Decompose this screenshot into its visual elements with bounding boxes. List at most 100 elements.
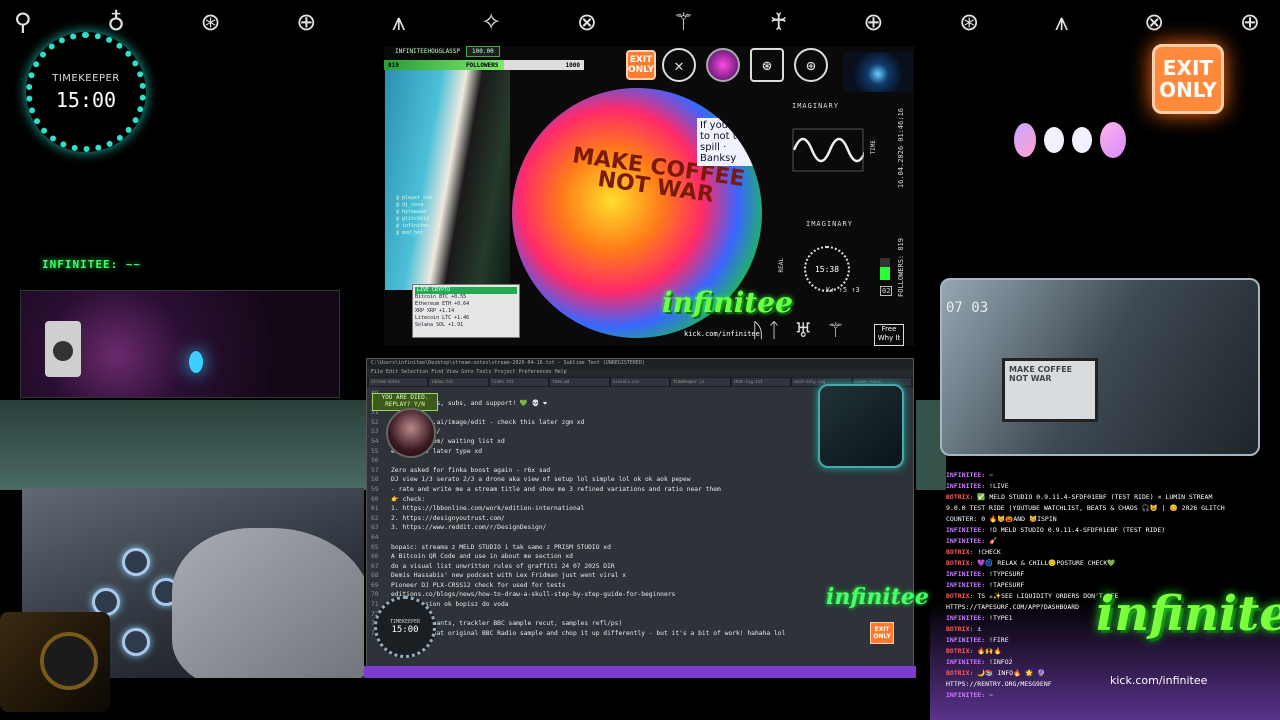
pad-button-icon — [122, 548, 150, 576]
chat-username[interactable]: BOTRIX: — [946, 548, 973, 556]
left-channel-tag: INFINITEE: ~~ — [42, 258, 142, 271]
editor-tab[interactable]: chat-log.txt — [731, 378, 791, 386]
sigil-glyph-icon: ⊛ — [200, 8, 227, 36]
chat-username[interactable]: INFINITEE: — [946, 658, 985, 666]
chat-username[interactable]: BOTRIX: — [946, 592, 973, 600]
line-text: Demis Hassabis' new podcast with Lex Fri… — [391, 572, 627, 580]
chat-username[interactable]: BOTRIX: — [946, 625, 973, 633]
editor-line[interactable]: 60 👉 check: — [371, 495, 913, 505]
editor-tab[interactable]: ideas.txt — [429, 378, 488, 386]
editor-line[interactable]: 63 3. https://www.reddit.com/r/DesignDesi… — [371, 523, 913, 533]
editor-line[interactable]: 72 — [371, 610, 913, 620]
sigil-cross-icon: ✕ — [662, 48, 696, 82]
chat-message: 9.0.0 TEST RIDE |YOUTUBE WATCHLIST, BEAT… — [946, 503, 1260, 514]
chat-text: 💜🌀 RELAX & CHILL😊POSTURE CHECK💚 — [973, 559, 1116, 567]
sigil-glyph-icon: ♰ — [769, 8, 794, 36]
chat-message: COUNTER: 0 🔥😸🎃AND 😸ISPIN — [946, 514, 1260, 525]
line-number: 55 — [371, 447, 379, 455]
line-number: 67 — [371, 562, 379, 570]
teal-band — [0, 400, 366, 490]
died-line1: YOU ARE DIED. — [381, 394, 429, 401]
chat-text: ~ — [985, 691, 993, 699]
editor-line[interactable]: 62 2. https://designyoutrust.com/ — [371, 514, 913, 524]
chat-message: BOTRIX: !CHECK — [946, 547, 1260, 558]
chat-username[interactable]: INFINITEE: — [946, 614, 985, 622]
editor-line[interactable]: 68 Demis Hassabis' new podcast with Lex F… — [371, 571, 913, 581]
sticker-row — [1014, 122, 1126, 158]
chat-text: !TAPESURF — [985, 581, 1025, 589]
line-text: ould find that original BBC Radio sample… — [391, 629, 786, 637]
chat-text: HTTPS://RENTRY.ORG/MESG9ENF — [946, 680, 1052, 688]
art-quote: If you learn to not to spill · Banksy — [697, 118, 762, 166]
editor-line[interactable]: 74 ould find that original BBC Radio sam… — [371, 629, 913, 639]
sigil-icon-row: ✕ ⊛ ⊕ — [662, 48, 828, 82]
editor-line[interactable]: 61 1. https://lbbonline.com/work/edition-… — [371, 504, 913, 514]
editor-tab[interactable]: links.txt — [489, 378, 549, 386]
scene-logo: infinitee — [662, 286, 793, 319]
chat-username[interactable]: INFINITEE: — [946, 570, 985, 578]
editor-tab[interactable]: todo.md — [550, 378, 609, 386]
sigil-glyph-icon: ⊛ — [959, 8, 986, 36]
editor-tab[interactable]: visuals.css — [610, 378, 670, 386]
purple-strip — [364, 666, 916, 678]
line-text: 2. https://designyoutrust.com/ — [391, 514, 505, 522]
editor-line[interactable]: 73 making of chants, trackler BBC sample… — [371, 619, 913, 629]
line-number: 57 — [371, 466, 379, 474]
sigil-glyph-icon: ⊕ — [296, 8, 323, 36]
followers-label: FOLLOWERS — [465, 61, 499, 69]
mini-clock-time: 15:38 — [814, 264, 840, 274]
chat-text: HTTPS://TAPESURF.COM/APP?DASHBOARD — [946, 603, 1080, 611]
chat-username[interactable]: INFINITEE: — [946, 482, 985, 490]
chat-username[interactable]: INFINITEE: — [946, 581, 985, 589]
editor-line[interactable]: 65 bopaic: streama z MELD STUDIO i tak sa… — [371, 543, 913, 553]
chat-username[interactable]: BOTRIX: — [946, 493, 973, 501]
chat-text: !CHECK — [973, 548, 1001, 556]
chat-message: INFINITEE: !TYPESURF — [946, 569, 1260, 580]
kick-url: kick.com/infinitee — [1110, 674, 1208, 687]
exit-only-small-sign: EXIT ONLY — [626, 50, 656, 80]
chat-message: INFINITEE: !INFO2 — [946, 657, 1260, 668]
mini-list-item: @ mod_bot — [396, 230, 424, 236]
chat-username[interactable]: BOTRIX: — [946, 669, 973, 677]
crypto-header: LIVE CRYPTO — [415, 287, 517, 294]
eye-image — [843, 52, 913, 92]
editor-line[interactable]: 66 A Bitcoin QR Code and use in about me … — [371, 552, 913, 562]
chat-text: !LIVE — [985, 482, 1009, 490]
chat-username[interactable]: INFINITEE: — [946, 636, 985, 644]
chat-username[interactable]: INFINITEE: — [946, 537, 985, 545]
chat-text: 9.0.0 TEST RIDE |YOUTUBE WATCHLIST, BEAT… — [946, 504, 1225, 512]
chat-username[interactable]: BOTRIX: — [946, 647, 973, 655]
followers-progress-bar: 819 FOLLOWERS 1000 — [384, 60, 584, 70]
exit-only-sign: EXIT ONLY — [1152, 44, 1224, 114]
editor-menu-bar[interactable]: File Edit Selection Find View Goto Tools… — [367, 369, 913, 377]
viewer-mini-list: @ player_one @ dj_nova @ bytewave @ glitchk… — [396, 195, 516, 255]
line-text: bopaic: streama z MELD STUDIO i tak samo… — [391, 543, 611, 551]
mini-list-item: @ dj_nova — [396, 202, 424, 208]
line-number: 61 — [371, 505, 379, 513]
line-number: 59 — [371, 485, 379, 493]
editor-tab[interactable]: stream-notes — [369, 378, 428, 386]
chat-message: BOTRIX: 🌙📚 INFO🔥 🌟 🔮 — [946, 668, 1260, 679]
editor-line[interactable]: 58 DJ view 1/3 serato 2/3 a drone aka vie… — [371, 475, 913, 485]
rune-row: ᚢᛏ ♅ ⚚ — [752, 318, 849, 342]
editor-timekeeper: TIMEKEEPER 15:00 — [374, 596, 436, 658]
scene-top-bar: INFINITEEHOUGLASSP 100.00 — [395, 46, 500, 57]
ghost-sticker-icon — [1044, 127, 1064, 153]
chat-username[interactable]: BOTRIX: — [946, 559, 973, 567]
chat-username[interactable]: INFINITEE: — [946, 526, 985, 534]
blue-light-icon — [189, 351, 203, 373]
editor-line[interactable]: 59 - rate and write me a stream title and… — [371, 485, 913, 495]
chat-username[interactable]: INFINITEE: — [946, 691, 985, 699]
chat-username[interactable]: INFINITEE: — [946, 471, 985, 479]
line-number: 69 — [371, 581, 379, 589]
sigil-glyph-icon: ⊕ — [863, 8, 890, 36]
editor-tab[interactable]: timekeeper.js — [671, 378, 730, 386]
line-number: 64 — [371, 533, 379, 541]
chat-message: BOTRIX: 💜🌀 RELAX & CHILL😊POSTURE CHECK💚 — [946, 558, 1260, 569]
editor-line[interactable]: 64 — [371, 533, 913, 543]
chat-message: INFINITEE: !LIVE — [946, 481, 1260, 492]
cam-counter: 07 03 — [946, 300, 989, 316]
mini-list-item: @ bytewave — [396, 209, 427, 215]
sigil-glyph-icon: ⩚ — [1054, 8, 1075, 36]
editor-line[interactable]: 67 do a visual list unwritten rules of gr… — [371, 562, 913, 572]
